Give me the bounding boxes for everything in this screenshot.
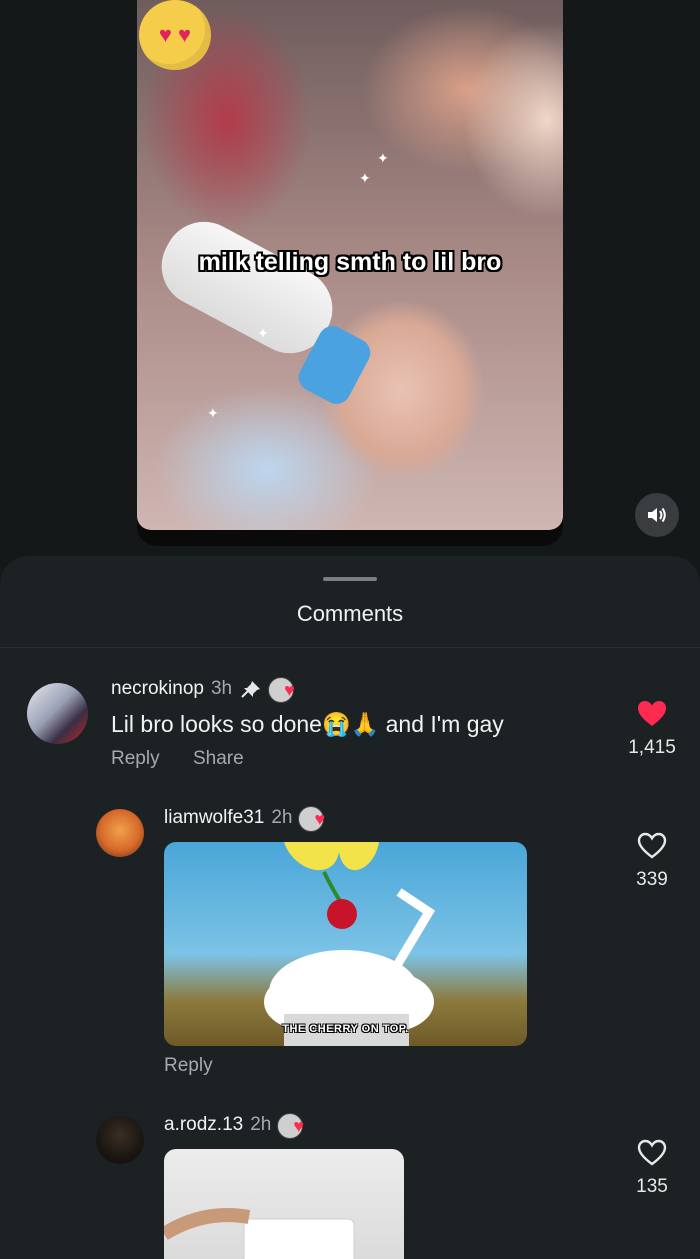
sparkle-icon: ✦ xyxy=(257,325,269,341)
like-button[interactable]: 135 xyxy=(612,1139,692,1198)
share-button[interactable]: Share xyxy=(193,748,244,770)
timestamp: 2h xyxy=(250,1114,272,1135)
divider xyxy=(0,647,700,648)
like-button[interactable]: 1,415 xyxy=(612,700,692,759)
comments-sheet: Comments necrokinop 3h ♥ Lil bro looks s… xyxy=(0,556,700,1259)
comment-header: a.rodz.13 2h ♥ xyxy=(164,1113,311,1139)
like-count: 339 xyxy=(636,869,668,890)
sound-toggle-button[interactable] xyxy=(635,493,679,537)
like-count: 1,415 xyxy=(628,737,676,758)
avatar[interactable] xyxy=(96,809,144,857)
username[interactable]: necrokinop xyxy=(111,678,204,700)
comment-text: Lil bro looks so done😭🙏 and I'm gay xyxy=(111,711,504,737)
sparkle-icon: ✦ xyxy=(377,150,389,166)
gif-caption: THE CHERRY ON TOP. xyxy=(282,1023,409,1035)
creator-liked-badge-icon: ♥ xyxy=(277,1113,311,1139)
avatar[interactable] xyxy=(96,1116,144,1164)
like-count: 135 xyxy=(636,1176,668,1197)
creator-liked-badge-icon: ♥ xyxy=(298,806,332,832)
gif-attachment[interactable]: THE CHERRY ON TOP. xyxy=(164,842,527,1046)
timestamp: 2h xyxy=(271,807,293,828)
creator-liked-badge-icon: ♥ xyxy=(268,677,302,703)
video-caption: milk telling smth to lil bro xyxy=(198,248,502,276)
heart-outline-icon xyxy=(637,832,667,859)
reply-button[interactable]: Reply xyxy=(164,1055,213,1077)
username[interactable]: a.rodz.13 xyxy=(164,1114,243,1136)
username[interactable]: liamwolfe31 xyxy=(164,807,264,829)
drag-handle[interactable] xyxy=(323,577,377,581)
like-button[interactable]: 339 xyxy=(612,832,692,891)
comment-header: necrokinop 3h ♥ xyxy=(111,677,302,703)
heart-eyes-emoji-icon: ♥ ♥ xyxy=(139,0,211,70)
timestamp: 3h xyxy=(210,678,233,699)
sundae-illustration xyxy=(264,842,436,1046)
heart-outline-icon xyxy=(637,1139,667,1166)
heart-filled-icon xyxy=(638,701,666,726)
cake-illustration xyxy=(164,1208,355,1259)
sparkle-icon: ✦ xyxy=(359,170,371,186)
gif-attachment[interactable] xyxy=(164,1149,404,1259)
speaker-icon xyxy=(648,507,666,523)
avatar[interactable] xyxy=(27,683,88,744)
video-area: ♥ ♥ ✦ ✦ ✦ ✦ milk telling smth to lil bro xyxy=(0,0,700,560)
pin-icon xyxy=(241,681,261,698)
comment-header: liamwolfe31 2h ♥ xyxy=(164,806,332,832)
comments-title: Comments xyxy=(296,601,404,626)
sparkle-icon: ✦ xyxy=(207,405,219,421)
reply-button[interactable]: Reply xyxy=(111,748,160,770)
video-player[interactable]: ♥ ♥ ✦ ✦ ✦ ✦ milk telling smth to lil bro xyxy=(137,0,563,546)
